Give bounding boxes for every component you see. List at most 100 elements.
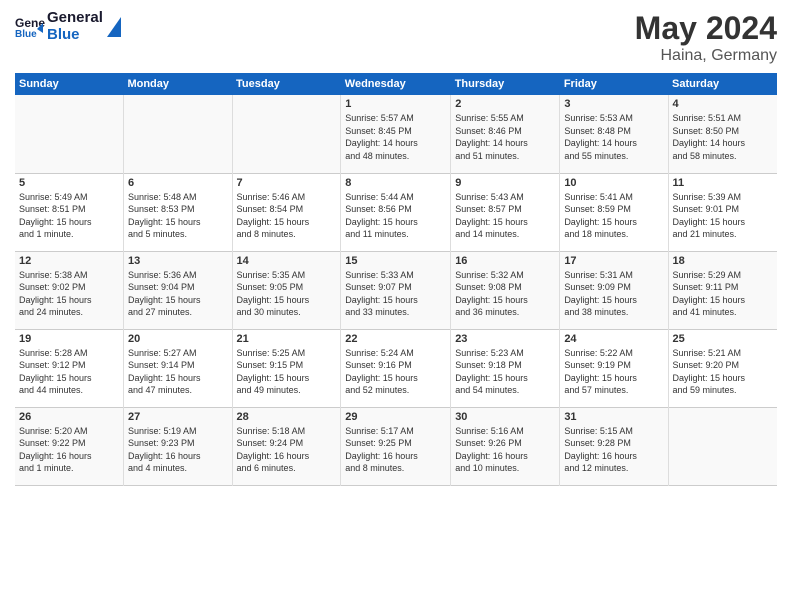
- col-thursday: Thursday: [451, 73, 560, 95]
- day-number: 28: [237, 411, 337, 423]
- day-number: 20: [128, 333, 228, 345]
- calendar-cell: 28 Sunrise: 5:18 AM Sunset: 9:24 PM Dayli…: [232, 407, 341, 485]
- day-info: Sunrise: 5:31 AM Sunset: 9:09 PM Dayligh…: [564, 269, 663, 319]
- logo-triangle: [107, 17, 121, 37]
- day-number: 12: [19, 255, 119, 267]
- calendar-cell: 7 Sunrise: 5:46 AM Sunset: 8:54 PM Daylig…: [232, 173, 341, 251]
- calendar-cell: 10Sunrise: 5:41 AM Sunset: 8:59 PM Dayli…: [560, 173, 668, 251]
- day-info: Sunrise: 5:44 AM Sunset: 8:56 PM Dayligh…: [345, 191, 446, 241]
- day-number: 11: [673, 177, 774, 189]
- day-number: 26: [19, 411, 119, 423]
- svg-text:Blue: Blue: [15, 29, 37, 39]
- calendar-cell: 19Sunrise: 5:28 AM Sunset: 9:12 PM Dayli…: [15, 329, 123, 407]
- calendar-cell: 21Sunrise: 5:25 AM Sunset: 9:15 PM Dayli…: [232, 329, 341, 407]
- logo-blue: Blue: [47, 27, 103, 44]
- day-info: Sunrise: 5:15 AM Sunset: 9:28 PM Dayligh…: [564, 425, 663, 475]
- header: General Blue General Blue May 2024 Haina…: [15, 10, 777, 65]
- day-number: 5: [19, 177, 119, 189]
- calendar-cell: 14Sunrise: 5:35 AM Sunset: 9:05 PM Dayli…: [232, 251, 341, 329]
- day-number: 14: [237, 255, 337, 267]
- calendar-cell: 9 Sunrise: 5:43 AM Sunset: 8:57 PM Daylig…: [451, 173, 560, 251]
- col-monday: Monday: [123, 73, 232, 95]
- calendar-cell: 11 Sunrise: 5:39 AM Sunset: 9:01 PM Dayli…: [668, 173, 777, 251]
- day-number: 7: [237, 177, 337, 189]
- calendar-cell: [232, 95, 341, 173]
- day-number: 8: [345, 177, 446, 189]
- calendar-cell: 24Sunrise: 5:22 AM Sunset: 9:19 PM Dayli…: [560, 329, 668, 407]
- day-number: 27: [128, 411, 228, 423]
- calendar-cell: 4Sunrise: 5:51 AM Sunset: 8:50 PM Daylig…: [668, 95, 777, 173]
- day-number: 23: [455, 333, 555, 345]
- day-info: Sunrise: 5:57 AM Sunset: 8:45 PM Dayligh…: [345, 112, 446, 162]
- calendar-cell: 26 Sunrise: 5:20 AM Sunset: 9:22 PM Dayli…: [15, 407, 123, 485]
- calendar-cell: 29 Sunrise: 5:17 AM Sunset: 9:25 PM Dayli…: [341, 407, 451, 485]
- day-info: Sunrise: 5:53 AM Sunset: 8:48 PM Dayligh…: [564, 112, 663, 162]
- day-info: Sunrise: 5:39 AM Sunset: 9:01 PM Dayligh…: [673, 191, 774, 241]
- calendar-table: Sunday Monday Tuesday Wednesday Thursday…: [15, 73, 777, 486]
- day-number: 17: [564, 255, 663, 267]
- calendar-cell: 5Sunrise: 5:49 AM Sunset: 8:51 PM Daylig…: [15, 173, 123, 251]
- day-number: 15: [345, 255, 446, 267]
- col-tuesday: Tuesday: [232, 73, 341, 95]
- day-number: 2: [455, 98, 555, 110]
- day-number: 25: [673, 333, 774, 345]
- day-info: Sunrise: 5:20 AM Sunset: 9:22 PM Dayligh…: [19, 425, 119, 475]
- day-number: 3: [564, 98, 663, 110]
- day-number: 13: [128, 255, 228, 267]
- day-info: Sunrise: 5:29 AM Sunset: 9:11 PM Dayligh…: [673, 269, 774, 319]
- calendar-week-row: 19Sunrise: 5:28 AM Sunset: 9:12 PM Dayli…: [15, 329, 777, 407]
- calendar-week-row: 5Sunrise: 5:49 AM Sunset: 8:51 PM Daylig…: [15, 173, 777, 251]
- day-number: 31: [564, 411, 663, 423]
- day-info: Sunrise: 5:17 AM Sunset: 9:25 PM Dayligh…: [345, 425, 446, 475]
- calendar-cell: 2Sunrise: 5:55 AM Sunset: 8:46 PM Daylig…: [451, 95, 560, 173]
- calendar-cell: 6 Sunrise: 5:48 AM Sunset: 8:53 PM Daylig…: [123, 173, 232, 251]
- day-info: Sunrise: 5:38 AM Sunset: 9:02 PM Dayligh…: [19, 269, 119, 319]
- calendar-cell: 8 Sunrise: 5:44 AM Sunset: 8:56 PM Daylig…: [341, 173, 451, 251]
- day-number: 6: [128, 177, 228, 189]
- day-info: Sunrise: 5:21 AM Sunset: 9:20 PM Dayligh…: [673, 347, 774, 397]
- day-number: 1: [345, 98, 446, 110]
- calendar-week-row: 12 Sunrise: 5:38 AM Sunset: 9:02 PM Dayli…: [15, 251, 777, 329]
- logo-general: General: [47, 10, 103, 27]
- day-info: Sunrise: 5:43 AM Sunset: 8:57 PM Dayligh…: [455, 191, 555, 241]
- day-info: Sunrise: 5:23 AM Sunset: 9:18 PM Dayligh…: [455, 347, 555, 397]
- day-number: 18: [673, 255, 774, 267]
- calendar-week-row: 26 Sunrise: 5:20 AM Sunset: 9:22 PM Dayli…: [15, 407, 777, 485]
- col-sunday: Sunday: [15, 73, 123, 95]
- calendar-cell: 25 Sunrise: 5:21 AM Sunset: 9:20 PM Dayli…: [668, 329, 777, 407]
- day-info: Sunrise: 5:36 AM Sunset: 9:04 PM Dayligh…: [128, 269, 228, 319]
- col-saturday: Saturday: [668, 73, 777, 95]
- day-number: 16: [455, 255, 555, 267]
- day-number: 10: [564, 177, 663, 189]
- day-number: 9: [455, 177, 555, 189]
- calendar-cell: 20Sunrise: 5:27 AM Sunset: 9:14 PM Dayli…: [123, 329, 232, 407]
- calendar-cell: [123, 95, 232, 173]
- calendar-cell: 13 Sunrise: 5:36 AM Sunset: 9:04 PM Dayli…: [123, 251, 232, 329]
- day-info: Sunrise: 5:19 AM Sunset: 9:23 PM Dayligh…: [128, 425, 228, 475]
- location: Haina, Germany: [635, 47, 777, 65]
- day-info: Sunrise: 5:51 AM Sunset: 8:50 PM Dayligh…: [673, 112, 774, 162]
- calendar-cell: [15, 95, 123, 173]
- day-info: Sunrise: 5:32 AM Sunset: 9:08 PM Dayligh…: [455, 269, 555, 319]
- calendar-cell: 30 Sunrise: 5:16 AM Sunset: 9:26 PM Dayli…: [451, 407, 560, 485]
- day-info: Sunrise: 5:16 AM Sunset: 9:26 PM Dayligh…: [455, 425, 555, 475]
- day-info: Sunrise: 5:33 AM Sunset: 9:07 PM Dayligh…: [345, 269, 446, 319]
- month-title: May 2024: [635, 10, 777, 47]
- day-info: Sunrise: 5:48 AM Sunset: 8:53 PM Dayligh…: [128, 191, 228, 241]
- col-friday: Friday: [560, 73, 668, 95]
- calendar-cell: 3 Sunrise: 5:53 AM Sunset: 8:48 PM Daylig…: [560, 95, 668, 173]
- day-number: 21: [237, 333, 337, 345]
- calendar-cell: 1 Sunrise: 5:57 AM Sunset: 8:45 PM Daylig…: [341, 95, 451, 173]
- day-number: 30: [455, 411, 555, 423]
- day-info: Sunrise: 5:22 AM Sunset: 9:19 PM Dayligh…: [564, 347, 663, 397]
- day-number: 29: [345, 411, 446, 423]
- day-info: Sunrise: 5:46 AM Sunset: 8:54 PM Dayligh…: [237, 191, 337, 241]
- day-number: 19: [19, 333, 119, 345]
- calendar-cell: 22Sunrise: 5:24 AM Sunset: 9:16 PM Dayli…: [341, 329, 451, 407]
- calendar-cell: 16 Sunrise: 5:32 AM Sunset: 9:08 PM Dayli…: [451, 251, 560, 329]
- calendar-cell: 23 Sunrise: 5:23 AM Sunset: 9:18 PM Dayli…: [451, 329, 560, 407]
- day-info: Sunrise: 5:24 AM Sunset: 9:16 PM Dayligh…: [345, 347, 446, 397]
- day-info: Sunrise: 5:18 AM Sunset: 9:24 PM Dayligh…: [237, 425, 337, 475]
- calendar-cell: 27 Sunrise: 5:19 AM Sunset: 9:23 PM Dayli…: [123, 407, 232, 485]
- page-container: General Blue General Blue May 2024 Haina…: [0, 0, 792, 496]
